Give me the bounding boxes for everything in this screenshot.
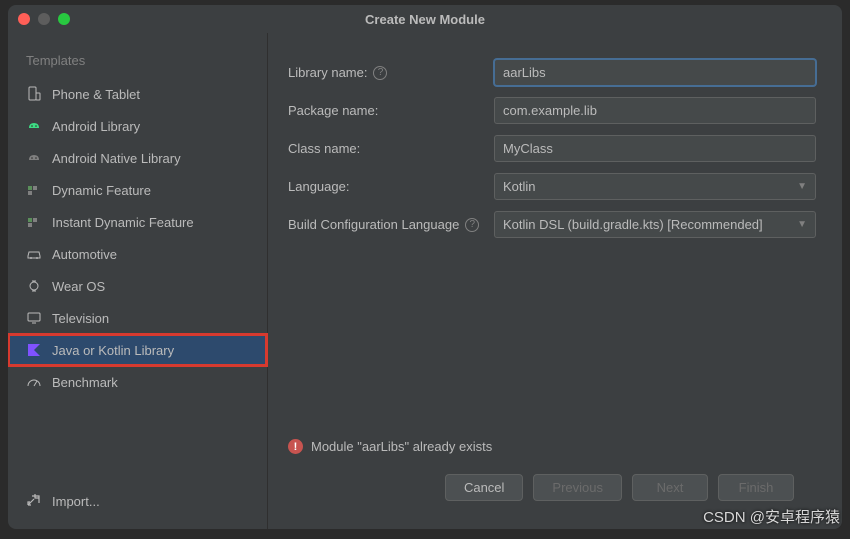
template-label: Android Library xyxy=(52,119,140,134)
template-item-dynamic[interactable]: Dynamic Feature xyxy=(8,174,267,206)
car-icon xyxy=(26,246,42,262)
import-label: Import... xyxy=(52,494,100,509)
gauge-icon xyxy=(26,374,42,390)
template-label: Java or Kotlin Library xyxy=(52,343,174,358)
chevron-down-icon: ▼ xyxy=(797,219,807,230)
native-icon xyxy=(26,150,42,166)
help-icon[interactable]: ? xyxy=(373,66,387,80)
error-message: ! Module "aarLibs" already exists xyxy=(288,431,816,462)
templates-sidebar: Templates Phone & Tablet Android Library A… xyxy=(8,33,268,529)
build-config-label: Build Configuration Language ? xyxy=(288,217,494,232)
template-item-car[interactable]: Automotive xyxy=(8,238,267,270)
build-config-select[interactable]: Kotlin DSL (build.gradle.kts) [Recommend… xyxy=(494,211,816,238)
library-name-input[interactable] xyxy=(494,59,816,86)
library-name-label: Library name: ? xyxy=(288,65,494,80)
watch-icon xyxy=(26,278,42,294)
class-name-input[interactable] xyxy=(494,135,816,162)
error-icon: ! xyxy=(288,439,303,454)
template-label: Phone & Tablet xyxy=(52,87,140,102)
template-label: Wear OS xyxy=(52,279,105,294)
template-item-instant[interactable]: Instant Dynamic Feature xyxy=(8,206,267,238)
titlebar: Create New Module xyxy=(8,5,842,33)
help-icon[interactable]: ? xyxy=(465,218,479,232)
package-name-label: Package name: xyxy=(288,103,494,118)
cancel-button[interactable]: Cancel xyxy=(445,474,523,501)
class-name-label: Class name: xyxy=(288,141,494,156)
instant-icon xyxy=(26,214,42,230)
import-icon xyxy=(26,492,42,511)
template-item-phone[interactable]: Phone & Tablet xyxy=(8,78,267,110)
template-label: Television xyxy=(52,311,109,326)
template-item-watch[interactable]: Wear OS xyxy=(8,270,267,302)
sidebar-header: Templates xyxy=(8,53,267,78)
next-button: Next xyxy=(632,474,708,501)
template-label: Benchmark xyxy=(52,375,118,390)
import-button[interactable]: Import... xyxy=(8,484,267,519)
template-label: Android Native Library xyxy=(52,151,181,166)
template-item-android[interactable]: Android Library xyxy=(8,110,267,142)
language-select[interactable]: Kotlin ▼ xyxy=(494,173,816,200)
create-module-dialog: Create New Module Templates Phone & Tabl… xyxy=(8,5,842,529)
template-item-native[interactable]: Android Native Library xyxy=(8,142,267,174)
template-label: Dynamic Feature xyxy=(52,183,151,198)
phone-icon xyxy=(26,86,42,102)
template-item-gauge[interactable]: Benchmark xyxy=(8,366,267,398)
template-label: Instant Dynamic Feature xyxy=(52,215,194,230)
chevron-down-icon: ▼ xyxy=(797,181,807,192)
template-item-tv[interactable]: Television xyxy=(8,302,267,334)
kotlin-icon xyxy=(26,342,42,358)
android-icon xyxy=(26,118,42,134)
dialog-title: Create New Module xyxy=(8,12,842,27)
dialog-footer: Cancel Previous Next Finish xyxy=(288,462,816,515)
dynamic-icon xyxy=(26,182,42,198)
template-label: Automotive xyxy=(52,247,117,262)
tv-icon xyxy=(26,310,42,326)
form-panel: Library name: ? Package name: Class name… xyxy=(268,33,842,529)
language-label: Language: xyxy=(288,179,494,194)
package-name-input[interactable] xyxy=(494,97,816,124)
template-item-kotlin[interactable]: Java or Kotlin Library xyxy=(8,334,267,366)
previous-button: Previous xyxy=(533,474,622,501)
finish-button: Finish xyxy=(718,474,794,501)
